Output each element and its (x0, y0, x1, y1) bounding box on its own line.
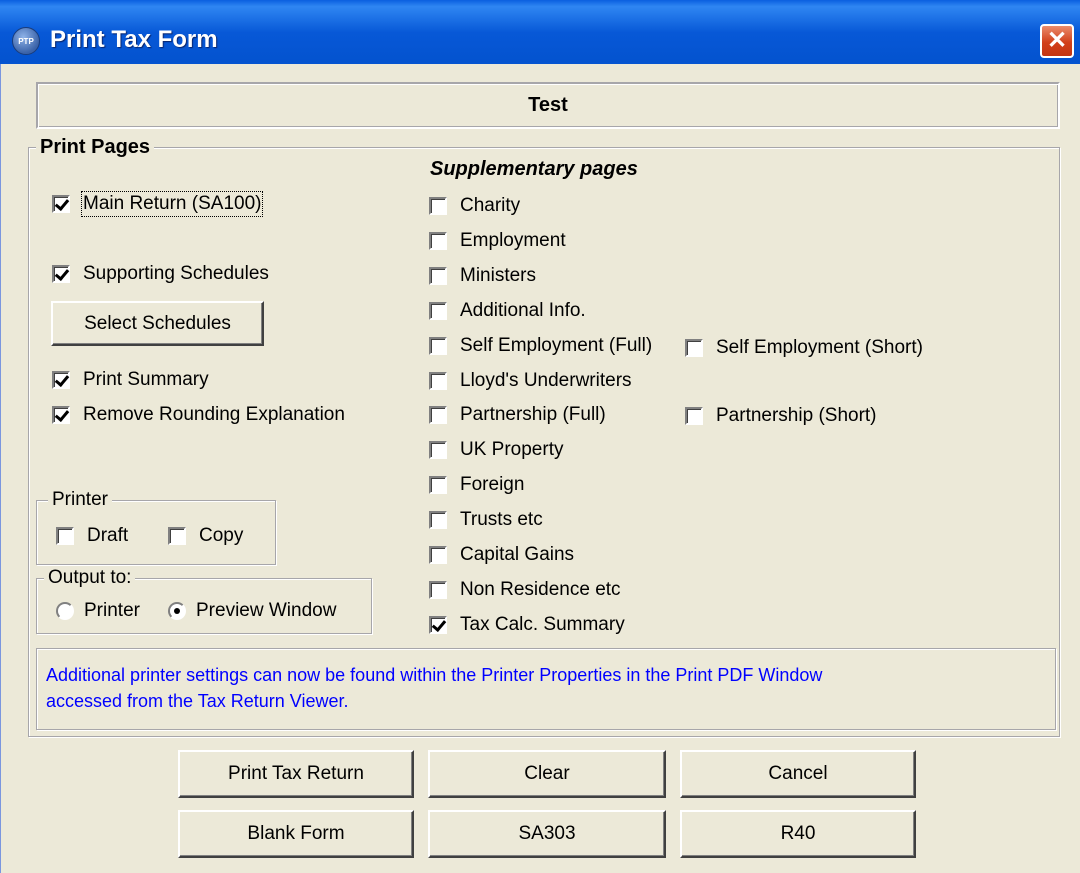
supp-charity-check-box[interactable] (429, 197, 447, 215)
supp-additional-info-checkbox[interactable]: Additional Info. (429, 300, 586, 322)
cancel-label: Cancel (768, 763, 828, 784)
supp-non-residence-etc-check-box[interactable] (429, 581, 447, 599)
partnership-short-checkbox[interactable]: Partnership (Short) (685, 405, 877, 427)
print-summary-label: Print Summary (83, 369, 209, 390)
supp-tax-calc-summary-check-box[interactable] (429, 616, 447, 634)
supp-trusts-etc-checkbox[interactable]: Trusts etc (429, 509, 543, 531)
clear-label: Clear (524, 763, 570, 784)
supp-capital-gains-label: Capital Gains (460, 544, 575, 565)
copy-label: Copy (199, 525, 244, 546)
supp-tax-calc-summary-checkbox[interactable]: Tax Calc. Summary (429, 614, 625, 636)
supp-employment-checkbox[interactable]: Employment (429, 230, 566, 252)
info-line-1: Additional printer settings can now be f… (46, 665, 823, 685)
partnership-short-label: Partnership (Short) (716, 405, 877, 426)
info-line-2: accessed from the Tax Return Viewer. (46, 691, 349, 711)
supp-partnership-full-check-box[interactable] (429, 406, 447, 424)
output-preview-label: Preview Window (196, 600, 337, 621)
cancel-button[interactable]: Cancel (680, 750, 916, 798)
supp-employment-check-box[interactable] (429, 232, 447, 250)
output-to-legend: Output to: (44, 567, 136, 589)
supp-lloyd-s-underwriters-checkbox[interactable]: Lloyd's Underwriters (429, 370, 632, 392)
blank-form-button[interactable]: Blank Form (178, 810, 414, 858)
supp-uk-property-label: UK Property (460, 439, 564, 460)
supp-foreign-checkbox[interactable]: Foreign (429, 474, 524, 496)
main-return-check-box[interactable] (52, 195, 70, 213)
output-printer-radio[interactable]: Printer (56, 600, 140, 622)
supporting-schedules-label: Supporting Schedules (83, 263, 269, 284)
clear-button[interactable]: Clear (428, 750, 666, 798)
supp-lloyd-s-underwriters-label: Lloyd's Underwriters (460, 370, 632, 391)
supp-additional-info-label: Additional Info. (460, 300, 586, 321)
blank-form-label: Blank Form (247, 823, 345, 844)
supp-non-residence-etc-checkbox[interactable]: Non Residence etc (429, 579, 621, 601)
supp-trusts-etc-label: Trusts etc (460, 509, 543, 530)
supp-ministers-label: Ministers (460, 265, 537, 286)
supp-charity-label: Charity (460, 195, 521, 216)
printer-legend: Printer (48, 489, 112, 511)
supporting-schedules-check-box[interactable] (52, 265, 70, 283)
sa303-label: SA303 (518, 823, 576, 844)
draft-checkbox[interactable]: Draft (56, 525, 128, 547)
output-preview-radio[interactable]: Preview Window (168, 600, 336, 622)
supp-lloyd-s-underwriters-check-box[interactable] (429, 372, 447, 390)
supp-trusts-etc-check-box[interactable] (429, 511, 447, 529)
output-printer-label: Printer (84, 600, 140, 621)
print-tax-return-label: Print Tax Return (228, 763, 364, 784)
supp-ministers-checkbox[interactable]: Ministers (429, 265, 536, 287)
partnership-short-check-box[interactable] (685, 407, 703, 425)
supp-charity-checkbox[interactable]: Charity (429, 195, 520, 217)
supp-ministers-check-box[interactable] (429, 267, 447, 285)
supp-capital-gains-check-box[interactable] (429, 546, 447, 564)
print-pages-legend: Print Pages (36, 136, 155, 159)
main-return-checkbox[interactable]: Main Return (SA100) (52, 191, 264, 217)
draft-label: Draft (87, 525, 129, 546)
r40-label: R40 (780, 823, 816, 844)
info-message: Additional printer settings can now be f… (46, 662, 822, 714)
output-printer-radio-button[interactable] (56, 602, 74, 620)
supp-non-residence-etc-label: Non Residence etc (460, 579, 621, 600)
self-employment-short-label: Self Employment (Short) (716, 337, 923, 358)
select-schedules-button[interactable]: Select Schedules (51, 301, 264, 346)
client-name-display: Test (36, 82, 1060, 129)
supp-self-employment-full-check-box[interactable] (429, 337, 447, 355)
app-icon: PTP (12, 27, 40, 55)
supp-foreign-check-box[interactable] (429, 476, 447, 494)
close-button[interactable]: ✕ (1040, 24, 1074, 58)
print-tax-return-button[interactable]: Print Tax Return (178, 750, 414, 798)
remove-rounding-checkbox[interactable]: Remove Rounding Explanation (52, 404, 345, 426)
remove-rounding-label: Remove Rounding Explanation (83, 404, 345, 425)
supp-additional-info-check-box[interactable] (429, 302, 447, 320)
supp-employment-label: Employment (460, 230, 566, 251)
supp-uk-property-checkbox[interactable]: UK Property (429, 439, 563, 461)
self-employment-short-checkbox[interactable]: Self Employment (Short) (685, 337, 923, 359)
supp-capital-gains-checkbox[interactable]: Capital Gains (429, 544, 574, 566)
supp-partnership-full-label: Partnership (Full) (460, 404, 606, 425)
supplementary-heading: Supplementary pages (430, 158, 638, 180)
supporting-schedules-checkbox[interactable]: Supporting Schedules (52, 263, 269, 285)
supp-uk-property-check-box[interactable] (429, 441, 447, 459)
draft-check-box[interactable] (56, 527, 74, 545)
self-employment-short-check-box[interactable] (685, 339, 703, 357)
print-summary-check-box[interactable] (52, 371, 70, 389)
copy-checkbox[interactable]: Copy (168, 525, 243, 547)
print-summary-checkbox[interactable]: Print Summary (52, 369, 209, 391)
supp-tax-calc-summary-label: Tax Calc. Summary (460, 614, 625, 635)
main-return-label: Main Return (SA100) (80, 191, 264, 217)
r40-button[interactable]: R40 (680, 810, 916, 858)
output-preview-radio-button[interactable] (168, 602, 186, 620)
window-title: Print Tax Form (50, 26, 218, 53)
remove-rounding-check-box[interactable] (52, 406, 70, 424)
copy-check-box[interactable] (168, 527, 186, 545)
supp-foreign-label: Foreign (460, 474, 525, 495)
sa303-button[interactable]: SA303 (428, 810, 666, 858)
supp-partnership-full-checkbox[interactable]: Partnership (Full) (429, 404, 606, 426)
supp-self-employment-full-label: Self Employment (Full) (460, 335, 653, 356)
supp-self-employment-full-checkbox[interactable]: Self Employment (Full) (429, 335, 652, 357)
